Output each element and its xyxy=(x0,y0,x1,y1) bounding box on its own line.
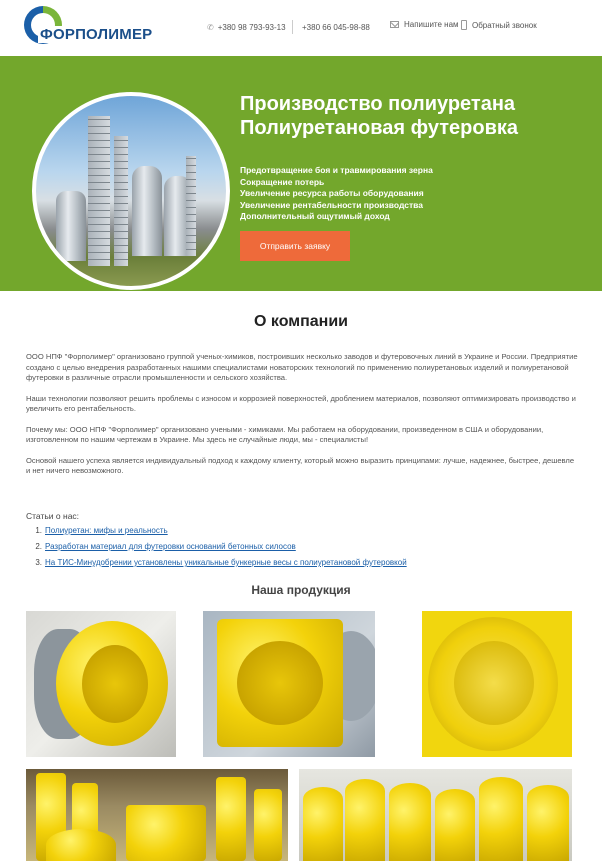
header-divider xyxy=(292,20,293,34)
phone-1-number: +380 98 793-93-13 xyxy=(217,23,286,32)
hero-title-line-2: Полиуретановая футеровка xyxy=(240,117,519,139)
phone-2[interactable]: +380 66 045-98-88 xyxy=(302,23,370,32)
mobile-phone-icon xyxy=(461,20,467,30)
benefit-item: Увеличение рентабельности производства xyxy=(240,199,423,210)
benefit-item: Увеличение ресурса работы оборудования xyxy=(240,188,424,198)
article-link[interactable]: Полиуретан: мифы и реальность xyxy=(45,526,168,535)
articles-list: 1. Полиуретан: мифы и реальность 2. Разраб… xyxy=(26,523,586,571)
products-heading: Наша продукция xyxy=(251,583,351,597)
about-paragraph: Почему мы: ООО НПФ "Форполимер" организо… xyxy=(26,424,544,445)
callback-link[interactable]: Обратный звонок xyxy=(461,20,537,30)
about-paragraph: Наши технологии позволяют решить проблем… xyxy=(26,393,576,414)
benefits-list: Предотвращение боя и травмирования зерна… xyxy=(240,165,433,223)
hero-title-line-1: Производство полиуретана xyxy=(240,93,516,115)
phone-icon: ✆ xyxy=(207,23,214,32)
mail-icon xyxy=(390,21,399,28)
benefit-item: Предотвращение боя и травмирования зерна xyxy=(240,165,433,175)
send-request-button[interactable]: Отправить заявку xyxy=(240,231,350,261)
benefit-item: Сокращение потерь xyxy=(240,176,325,187)
articles-heading: Статьи о нас: xyxy=(26,511,80,521)
hero-title: Производство полиуретана Полиуретановая … xyxy=(240,92,580,140)
product-image-yellow-tubes[interactable] xyxy=(299,769,572,861)
product-image-square-flange[interactable] xyxy=(203,611,375,757)
about-text: ООО НПФ "Форполимер" организовано группо… xyxy=(26,352,578,487)
phone-1[interactable]: ✆ +380 98 793-93-13 xyxy=(207,23,286,32)
about-paragraph: Основой нашего успеха является индивидуа… xyxy=(26,455,575,476)
article-item: 2. Разработан материал для футеровки осно… xyxy=(35,542,296,551)
article-item: 1. Полиуретан: мифы и реальность xyxy=(35,526,168,535)
grain-elevator-image xyxy=(32,92,230,290)
phone-2-number: +380 66 045-98-88 xyxy=(302,23,370,32)
site-header: ФОРПОЛИМЕР ✆ +380 98 793-93-13 +380 66 0… xyxy=(0,0,602,56)
article-link[interactable]: На ТИС-Минудобрении установлены уникальн… xyxy=(45,558,407,567)
benefit-item: Дополнительный ощутимый доход xyxy=(240,211,390,221)
write-us-label: Напишите нам xyxy=(404,20,459,29)
product-image-round-flange[interactable] xyxy=(422,611,572,757)
write-us-link[interactable]: Напишите нам xyxy=(390,20,459,29)
company-logo[interactable]: ФОРПОЛИМЕР xyxy=(22,4,155,50)
callback-label: Обратный звонок xyxy=(472,20,537,30)
article-item: 3. На ТИС-Минудобрении установлены уникал… xyxy=(35,558,407,567)
product-image-lined-pipe[interactable] xyxy=(26,611,176,757)
about-paragraph: ООО НПФ "Форполимер" организовано группо… xyxy=(26,352,578,382)
product-image-assorted-parts[interactable] xyxy=(26,769,288,861)
logo-text: ФОРПОЛИМЕР xyxy=(38,26,155,43)
about-heading: О компании xyxy=(254,313,348,330)
article-link[interactable]: Разработан материал для футеровки основа… xyxy=(45,542,296,551)
